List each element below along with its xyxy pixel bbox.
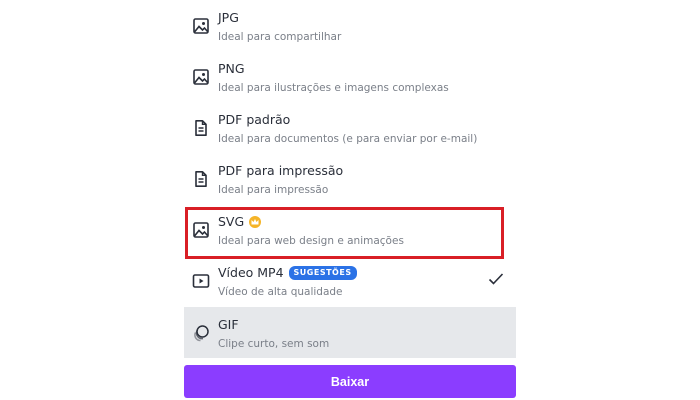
format-description: Clipe curto, sem som <box>218 338 330 350</box>
format-description: Ideal para web design e animações <box>218 235 404 247</box>
document-icon <box>195 171 207 187</box>
format-option-svg[interactable]: SVG Ideal para web design e animações <box>184 204 516 254</box>
format-option-jpg[interactable]: JPG Ideal para compartilhar <box>184 0 516 50</box>
format-option-mp4[interactable]: Vídeo MP4 SUGESTÕES Vídeo de alta qualid… <box>184 255 516 305</box>
video-icon <box>192 274 210 288</box>
document-icon <box>195 120 207 136</box>
gif-icon <box>194 325 209 342</box>
format-description: Ideal para documentos (e para enviar por… <box>218 133 478 145</box>
format-title: PDF padrão <box>218 112 291 127</box>
image-icon <box>193 69 209 85</box>
format-description: Ideal para ilustrações e imagens complex… <box>218 82 449 94</box>
format-title: PDF para impressão <box>218 163 344 178</box>
format-title: PNG <box>218 61 245 76</box>
format-option-pdf-standard[interactable]: PDF padrão Ideal para documentos (e para… <box>184 102 516 152</box>
check-icon <box>488 273 504 285</box>
format-option-gif[interactable]: GIF Clipe curto, sem som <box>184 307 516 358</box>
format-title: JPG <box>218 10 239 25</box>
format-description: Ideal para compartilhar <box>218 31 342 43</box>
format-option-pdf-print[interactable]: PDF para impressão Ideal para impressão <box>184 153 516 203</box>
format-description: Vídeo de alta qualidade <box>218 286 343 298</box>
format-description: Ideal para impressão <box>218 184 329 196</box>
format-title: Vídeo MP4 SUGESTÕES <box>218 265 357 280</box>
suggestions-badge: SUGESTÕES <box>288 265 357 280</box>
premium-crown-icon <box>249 215 262 228</box>
format-option-png[interactable]: PNG Ideal para ilustrações e imagens com… <box>184 51 516 101</box>
format-title: GIF <box>218 317 239 332</box>
image-icon <box>193 222 209 238</box>
download-format-panel: JPG Ideal para compartilhar PNG Ideal pa… <box>184 0 516 400</box>
format-title: SVG <box>218 214 262 229</box>
image-icon <box>193 18 209 34</box>
download-button[interactable]: Baixar <box>184 365 516 398</box>
